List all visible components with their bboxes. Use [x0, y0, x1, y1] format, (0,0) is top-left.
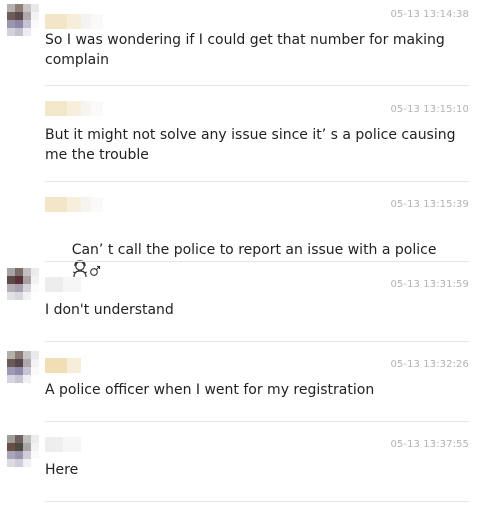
message-timestamp: 05-13 13:31:59	[390, 279, 469, 290]
message-timestamp: 05-13 13:15:39	[390, 199, 469, 210]
message-text: I don't understand	[45, 302, 174, 318]
avatar[interactable]	[7, 351, 39, 383]
message-text-content: Can’ t call the police to report an issu…	[71, 242, 437, 258]
chat-message: 05-13 13:31:59 I don't understand	[0, 262, 482, 342]
sender-name-blurred	[45, 277, 81, 292]
chat-message: 05-13 13:14:38 So I was wondering if I c…	[0, 0, 482, 86]
message-timestamp: 05-13 13:14:38	[390, 9, 469, 20]
message-text: Here	[45, 462, 79, 478]
chat-message: 05-13 13:37:55 Here	[0, 422, 482, 511]
avatar[interactable]	[7, 4, 39, 36]
sender-name-blurred	[45, 197, 103, 212]
sender-name-blurred	[45, 358, 81, 373]
sender-name-blurred	[45, 14, 103, 29]
message-timestamp: 05-13 13:37:55	[390, 439, 469, 450]
chat-message: 05-13 13:15:39 Can’ t call the police to…	[0, 182, 482, 278]
message-text: A police officer when I went for my regi…	[45, 382, 375, 398]
chat-message: 05-13 13:32:26 A police officer when I w…	[0, 342, 482, 422]
sender-name-blurred	[45, 101, 103, 116]
message-text: But it might not solve any issue since i…	[45, 127, 460, 163]
avatar[interactable]	[7, 435, 39, 467]
sender-name-blurred	[45, 437, 81, 452]
message-text: So I was wondering if I could get that n…	[45, 32, 450, 68]
message-timestamp: 05-13 13:32:26	[390, 359, 469, 370]
chat-message-list: 05-13 13:14:38 So I was wondering if I c…	[0, 0, 482, 511]
avatar[interactable]	[7, 268, 39, 300]
message-divider	[45, 501, 469, 502]
message-timestamp: 05-13 13:15:10	[390, 104, 469, 115]
chat-message: 05-13 13:15:10 But it might not solve an…	[0, 86, 482, 182]
